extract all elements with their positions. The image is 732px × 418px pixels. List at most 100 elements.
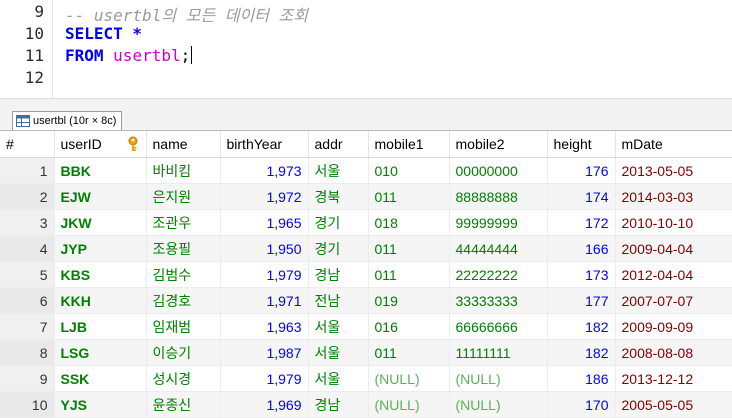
table-row[interactable]: 3 JKW 조관우 1,965 경기 018 99999999 172 2010-10-10 bbox=[0, 209, 732, 236]
mobile2-cell[interactable]: 44444444 bbox=[449, 235, 548, 262]
userid-cell[interactable]: KBS bbox=[54, 261, 147, 288]
code-line[interactable]: -- usertbl의 모든 데이터 조회 bbox=[65, 2, 308, 26]
mobile1-cell[interactable]: 011 bbox=[368, 261, 450, 288]
table-row[interactable]: 4 JYP 조용필 1,950 경기 011 44444444 166 2009-04-04 bbox=[0, 235, 732, 262]
height-cell[interactable]: 177 bbox=[547, 287, 616, 314]
name-cell[interactable]: 성시경 bbox=[146, 365, 221, 392]
mobile2-cell[interactable]: 88888888 bbox=[449, 183, 548, 210]
mobile2-cell[interactable]: (NULL) bbox=[449, 391, 548, 418]
code-line[interactable]: FROM usertbl; bbox=[65, 46, 193, 65]
userid-cell[interactable]: JKW bbox=[54, 209, 147, 236]
birthyear-cell[interactable]: 1,963 bbox=[220, 313, 309, 340]
userid-cell[interactable]: JYP bbox=[54, 235, 147, 262]
mdate-cell[interactable]: 2013-12-12 bbox=[615, 365, 732, 392]
mobile1-cell[interactable]: 016 bbox=[368, 313, 450, 340]
name-cell[interactable]: 조관우 bbox=[146, 209, 221, 236]
name-cell[interactable]: 은지원 bbox=[146, 183, 221, 210]
column-header-userid[interactable]: userID bbox=[54, 131, 147, 158]
height-cell[interactable]: 170 bbox=[547, 391, 616, 418]
row-number-cell[interactable]: 5 bbox=[0, 261, 55, 288]
height-cell[interactable]: 186 bbox=[547, 365, 616, 392]
height-cell[interactable]: 182 bbox=[547, 313, 616, 340]
table-row[interactable]: 9 SSK 성시경 1,979 서울 (NULL) (NULL) 186 2013-12-12 bbox=[0, 365, 732, 392]
mdate-cell[interactable]: 2007-07-07 bbox=[615, 287, 732, 314]
addr-cell[interactable]: 경기 bbox=[308, 235, 369, 262]
name-cell[interactable]: 바비킴 bbox=[146, 157, 221, 184]
addr-cell[interactable]: 서울 bbox=[308, 313, 369, 340]
mobile1-cell[interactable]: 011 bbox=[368, 183, 450, 210]
userid-cell[interactable]: EJW bbox=[54, 183, 147, 210]
table-row[interactable]: 8 LSG 이승기 1,987 서울 011 11111111 182 2008-08-08 bbox=[0, 339, 732, 366]
mobile2-cell[interactable]: 33333333 bbox=[449, 287, 548, 314]
table-row[interactable]: 10 YJS 윤종신 1,969 경남 (NULL) (NULL) 170 2005-05-05 bbox=[0, 391, 732, 418]
table-row[interactable]: 5 KBS 김범수 1,979 경남 011 22222222 173 2012-04-04 bbox=[0, 261, 732, 288]
column-header-height[interactable]: height bbox=[547, 131, 616, 158]
mobile1-cell[interactable]: (NULL) bbox=[368, 365, 450, 392]
table-row[interactable]: 7 LJB 임재범 1,963 서울 016 66666666 182 2009-09-09 bbox=[0, 313, 732, 340]
row-number-cell[interactable]: 2 bbox=[0, 183, 55, 210]
birthyear-cell[interactable]: 1,950 bbox=[220, 235, 309, 262]
mdate-cell[interactable]: 2009-04-04 bbox=[615, 235, 732, 262]
birthyear-cell[interactable]: 1,971 bbox=[220, 287, 309, 314]
table-row[interactable]: 1 BBK 바비킴 1,973 서울 010 00000000 176 2013-05-05 bbox=[0, 157, 732, 184]
mdate-cell[interactable]: 2010-10-10 bbox=[615, 209, 732, 236]
birthyear-cell[interactable]: 1,979 bbox=[220, 365, 309, 392]
mobile1-cell[interactable]: 018 bbox=[368, 209, 450, 236]
userid-cell[interactable]: SSK bbox=[54, 365, 147, 392]
name-cell[interactable]: 김범수 bbox=[146, 261, 221, 288]
row-number-cell[interactable]: 1 bbox=[0, 157, 55, 184]
birthyear-cell[interactable]: 1,969 bbox=[220, 391, 309, 418]
column-header-mobile1[interactable]: mobile1 bbox=[368, 131, 450, 158]
row-number-cell[interactable]: 7 bbox=[0, 313, 55, 340]
name-cell[interactable]: 김경호 bbox=[146, 287, 221, 314]
row-number-cell[interactable]: 3 bbox=[0, 209, 55, 236]
mdate-cell[interactable]: 2014-03-03 bbox=[615, 183, 732, 210]
addr-cell[interactable]: 경기 bbox=[308, 209, 369, 236]
birthyear-cell[interactable]: 1,965 bbox=[220, 209, 309, 236]
addr-cell[interactable]: 서울 bbox=[308, 339, 369, 366]
birthyear-cell[interactable]: 1,972 bbox=[220, 183, 309, 210]
row-number-cell[interactable]: 8 bbox=[0, 339, 55, 366]
mobile2-cell[interactable]: 99999999 bbox=[449, 209, 548, 236]
column-header-name[interactable]: name bbox=[146, 131, 221, 158]
height-cell[interactable]: 174 bbox=[547, 183, 616, 210]
mobile2-cell[interactable]: 66666666 bbox=[449, 313, 548, 340]
height-cell[interactable]: 166 bbox=[547, 235, 616, 262]
height-cell[interactable]: 182 bbox=[547, 339, 616, 366]
column-header-birthyear[interactable]: birthYear bbox=[220, 131, 309, 158]
mobile2-cell[interactable]: 22222222 bbox=[449, 261, 548, 288]
mobile1-cell[interactable]: 011 bbox=[368, 235, 450, 262]
addr-cell[interactable]: 서울 bbox=[308, 365, 369, 392]
sql-editor[interactable]: 9 10 11 12 -- usertbl의 모든 데이터 조회 SELECT … bbox=[0, 0, 732, 98]
row-number-cell[interactable]: 10 bbox=[0, 391, 55, 418]
birthyear-cell[interactable]: 1,973 bbox=[220, 157, 309, 184]
column-header-mobile2[interactable]: mobile2 bbox=[449, 131, 548, 158]
height-cell[interactable]: 176 bbox=[547, 157, 616, 184]
table-row[interactable]: 2 EJW 은지원 1,972 경북 011 88888888 174 2014-03-03 bbox=[0, 183, 732, 210]
name-cell[interactable]: 이승기 bbox=[146, 339, 221, 366]
userid-cell[interactable]: YJS bbox=[54, 391, 147, 418]
mobile1-cell[interactable]: 010 bbox=[368, 157, 450, 184]
addr-cell[interactable]: 경남 bbox=[308, 261, 369, 288]
mdate-cell[interactable]: 2008-08-08 bbox=[615, 339, 732, 366]
code-line[interactable]: SELECT * bbox=[65, 24, 142, 43]
addr-cell[interactable]: 서울 bbox=[308, 157, 369, 184]
addr-cell[interactable]: 경북 bbox=[308, 183, 369, 210]
addr-cell[interactable]: 전남 bbox=[308, 287, 369, 314]
userid-cell[interactable]: BBK bbox=[54, 157, 147, 184]
name-cell[interactable]: 조용필 bbox=[146, 235, 221, 262]
mobile2-cell[interactable]: 00000000 bbox=[449, 157, 548, 184]
mdate-cell[interactable]: 2012-04-04 bbox=[615, 261, 732, 288]
name-cell[interactable]: 윤종신 bbox=[146, 391, 221, 418]
column-header-addr[interactable]: addr bbox=[308, 131, 369, 158]
height-cell[interactable]: 172 bbox=[547, 209, 616, 236]
row-number-cell[interactable]: 4 bbox=[0, 235, 55, 262]
userid-cell[interactable]: KKH bbox=[54, 287, 147, 314]
userid-cell[interactable]: LJB bbox=[54, 313, 147, 340]
mdate-cell[interactable]: 2005-05-05 bbox=[615, 391, 732, 418]
birthyear-cell[interactable]: 1,979 bbox=[220, 261, 309, 288]
mdate-cell[interactable]: 2009-09-09 bbox=[615, 313, 732, 340]
mdate-cell[interactable]: 2013-05-05 bbox=[615, 157, 732, 184]
mobile1-cell[interactable]: 019 bbox=[368, 287, 450, 314]
name-cell[interactable]: 임재범 bbox=[146, 313, 221, 340]
